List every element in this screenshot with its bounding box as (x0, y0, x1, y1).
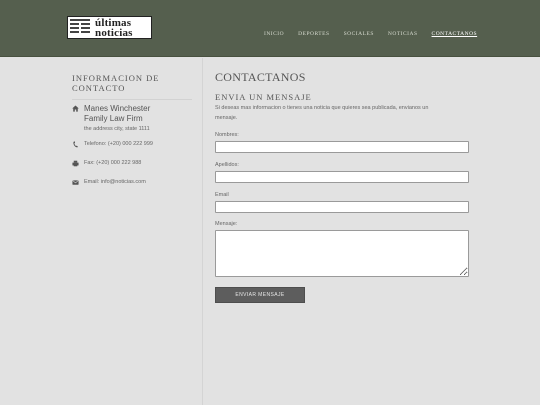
fax-icon (72, 160, 79, 167)
nav-contactanos[interactable]: CONTACTANOS (432, 31, 478, 37)
address-text: the address city, state 1111 (84, 126, 150, 132)
newspaper-logo-icon (69, 17, 93, 38)
apellidos-label: Apellidos: (215, 162, 239, 168)
contact-form-section: CONTACTANOS ENVIA UN MENSAJE Si deseas m… (215, 70, 469, 303)
column-divider (202, 58, 203, 405)
logo-text: últimas noticias (95, 16, 133, 39)
firm-name: Manes Winchester Family Law Firm (84, 104, 151, 123)
nav-sociales[interactable]: SOCIALES (344, 31, 374, 37)
main-nav: INICIO DEPORTES SOCIALES NOTICIAS CONTAC… (264, 31, 491, 37)
mensaje-textarea[interactable] (215, 230, 469, 277)
contact-info-sidebar: INFORMACION DE CONTACTO Manes Winchester… (72, 73, 192, 186)
phone-icon (73, 141, 78, 148)
contact-info-title: INFORMACION DE CONTACTO (72, 73, 160, 93)
envelope-icon (72, 180, 79, 185)
phone-text: Telefono: (+20) 000 222 999 (84, 141, 153, 147)
form-subtitle: ENVIA UN MENSAJE (215, 92, 312, 102)
fax-text: Fax: (+20) 000 222 988 (84, 160, 142, 166)
page-title: CONTACTANOS (215, 70, 306, 84)
logo-line-2: noticias (95, 26, 133, 39)
sidebar-divider (72, 99, 192, 100)
email-label: Email (215, 192, 229, 198)
mensaje-label: Mensaje: (215, 221, 238, 227)
email-input[interactable] (215, 201, 469, 213)
home-icon (72, 105, 79, 112)
nav-deportes[interactable]: DEPORTES (298, 31, 329, 37)
nombres-input[interactable] (215, 141, 469, 153)
nav-inicio[interactable]: INICIO (264, 31, 284, 37)
address-row: Manes Winchester Family Law Firm the add… (72, 104, 192, 132)
site-logo[interactable]: últimas noticias (67, 16, 152, 39)
logo-line-1: últimas (95, 16, 132, 29)
fax-row: Fax: (+20) 000 222 988 (72, 159, 192, 167)
email-row: Email: info@noticias.com (72, 178, 192, 186)
phone-row: Telefono: (+20) 000 222 999 (72, 140, 192, 148)
apellidos-input[interactable] (215, 171, 469, 183)
email-text: Email: info@noticias.com (84, 179, 146, 185)
site-header: últimas noticias INICIO DEPORTES SOCIALE… (0, 0, 540, 57)
nombres-label: Nombres: (215, 132, 239, 138)
form-description: Si deseas mas informacion o tienes una n… (215, 105, 429, 121)
send-message-button[interactable]: ENVIAR MENSAJE (215, 287, 305, 303)
nav-noticias[interactable]: NOTICIAS (388, 31, 418, 37)
